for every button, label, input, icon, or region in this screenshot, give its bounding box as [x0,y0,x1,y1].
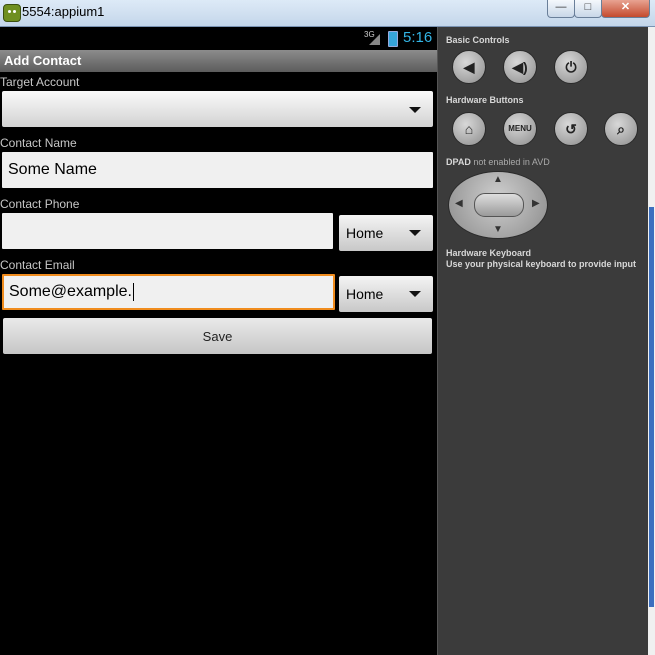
email-type-spinner[interactable]: Home [339,276,433,312]
text-cursor [132,282,134,301]
window-title: 5554:appium1 [22,4,105,19]
dropdown-arrow-icon [409,291,421,297]
home-icon[interactable]: ⌂ [452,112,486,146]
hardware-buttons-label: Hardware Buttons [446,95,524,105]
back-icon[interactable]: ↺ [554,112,588,146]
save-button-label: Save [202,329,233,344]
hardware-keyboard-info: Hardware Keyboard Use your physical keyb… [446,248,636,270]
dpad-note: not enabled in AVD [473,157,550,167]
search-icon[interactable]: ⌕ [604,112,638,146]
window-title-bar: 5554:appium1 — □ ✕ [0,0,655,27]
contact-name-label: Contact Name [0,136,77,150]
phone-type-spinner[interactable]: Home [339,215,433,251]
hardware-keyboard-note: Use your physical keyboard to provide in… [446,259,637,269]
device-screen: 3G 5:16 Add Contact Target Account Conta… [0,27,437,655]
volume-up-icon[interactable]: ◀) [503,50,537,84]
volume-down-icon[interactable]: ◀ [452,50,486,84]
status-bar: 3G 5:16 [0,27,437,50]
status-clock: 5:16 [403,29,433,46]
phone-type-value: Home [346,225,384,241]
dpad-control[interactable]: ▲ ▼ ◀ ▶ [448,171,548,239]
dpad-left-icon[interactable]: ◀ [455,198,463,209]
battery-icon [388,31,398,47]
dpad-center-button[interactable] [474,193,524,217]
contact-phone-input[interactable] [2,213,333,249]
signal-icon: 3G [364,30,380,46]
scrollbar-thumb[interactable] [649,207,654,607]
dropdown-arrow-icon [409,230,421,236]
dpad-down-icon[interactable]: ▼ [493,224,503,235]
emulator-control-panel: Basic Controls ◀ ◀) ⏻ Hardware Buttons ⌂… [437,27,649,655]
dropdown-arrow-icon [409,107,421,113]
save-button[interactable]: Save [3,318,432,354]
dpad-label: DPAD not enabled in AVD [446,157,550,167]
close-button[interactable]: ✕ [601,0,650,18]
vertical-scrollbar[interactable] [648,27,655,655]
contact-name-input[interactable]: Some Name [2,152,433,188]
contact-email-value: Some@example. [9,283,132,300]
page-title: Add Contact [4,53,82,68]
contact-email-label: Contact Email [0,258,75,272]
android-app-icon [3,4,21,22]
contact-phone-label: Contact Phone [0,197,80,211]
target-account-label: Target Account [0,75,80,89]
menu-button[interactable]: MENU [503,112,537,146]
action-bar: Add Contact [0,50,437,72]
basic-controls-label: Basic Controls [446,35,510,45]
hardware-keyboard-title: Hardware Keyboard [446,248,532,258]
contact-email-input[interactable]: Some@example. [2,274,335,310]
email-type-value: Home [346,286,384,302]
power-icon[interactable]: ⏻ [554,50,588,84]
maximize-button[interactable]: □ [574,0,602,18]
target-account-spinner[interactable] [2,91,433,127]
dpad-right-icon[interactable]: ▶ [532,198,540,209]
minimize-button[interactable]: — [547,0,575,18]
dpad-up-icon[interactable]: ▲ [493,174,503,185]
